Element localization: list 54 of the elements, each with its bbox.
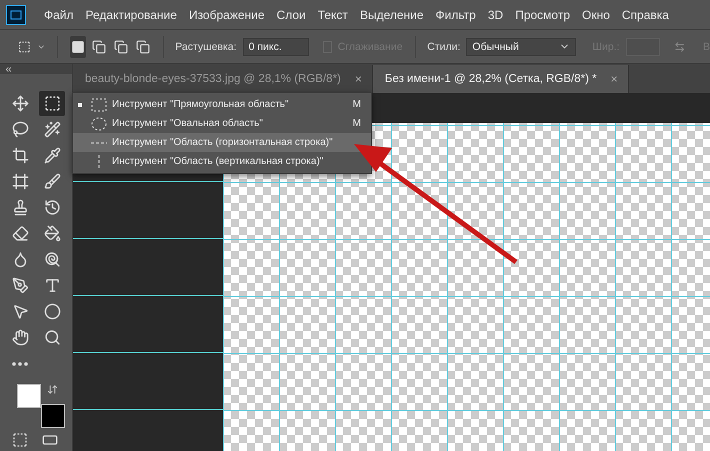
menu-item[interactable]: Файл <box>38 8 80 22</box>
dashed-column-icon <box>98 154 100 168</box>
zoom-icon <box>44 329 60 346</box>
background-swatch[interactable] <box>41 404 65 428</box>
eyedropper-icon <box>44 147 60 164</box>
flyout-menu-item[interactable]: Инструмент "Область (горизонтальная строка)" <box>73 133 371 152</box>
swap-colors-icon[interactable] <box>47 384 58 395</box>
close-button[interactable]: × <box>354 72 362 86</box>
paint-bucket-icon <box>44 225 60 242</box>
brush-icon <box>44 173 60 190</box>
flyout-menu-item[interactable]: Инструмент "Область (вертикальная строка)" <box>73 152 371 171</box>
dashed-square-icon <box>44 95 60 112</box>
hand-icon <box>12 329 28 346</box>
lollipop-icon <box>44 251 60 268</box>
flyout-menu-item[interactable]: Инструмент "Прямоугольная область" M <box>73 95 371 114</box>
flyout-menu-item[interactable]: Инструмент "Овальная область" M <box>73 114 371 133</box>
quick-mask-icon[interactable] <box>12 432 28 448</box>
frame-icon <box>12 173 28 190</box>
menu-item[interactable]: Изображение <box>182 8 271 22</box>
dashed-row-icon <box>91 142 107 144</box>
style-select[interactable]: Обычный <box>466 38 576 56</box>
style-label: Стили: <box>427 40 460 52</box>
more-icon <box>12 362 28 366</box>
menu-item[interactable]: Выделение <box>354 8 430 22</box>
menu-item[interactable]: Слои <box>270 8 312 22</box>
collapse-icon[interactable] <box>4 64 13 74</box>
menu-item[interactable]: 3D <box>482 8 510 22</box>
feather-label: Растушевка: <box>175 40 237 52</box>
foreground-swatch[interactable] <box>17 384 41 408</box>
menu-item[interactable]: Окно <box>576 8 616 22</box>
history-brush-icon <box>44 199 60 216</box>
selected-tool-button[interactable] <box>39 91 65 116</box>
type-icon <box>44 277 60 294</box>
feather-field[interactable]: 0 пикс. <box>242 38 309 56</box>
app-logo-icon <box>6 4 26 24</box>
menu-item[interactable]: Текст <box>312 8 354 22</box>
magic-wand-icon <box>44 121 60 138</box>
lasso-icon <box>12 121 28 138</box>
menu-item[interactable]: Справка <box>616 8 675 22</box>
dashed-ellipse-icon <box>90 116 108 130</box>
eraser-icon <box>12 225 28 242</box>
document-tab[interactable]: Без имени-1 @ 28,2% (Сетка, RGB/8*) * × <box>372 65 629 93</box>
ellipse-icon <box>44 303 60 320</box>
close-button[interactable]: × <box>610 72 618 86</box>
menu-item[interactable]: Фильтр <box>430 8 482 22</box>
stamp-icon <box>12 199 28 216</box>
dashed-rectangle-icon <box>90 98 108 112</box>
menu-item[interactable]: Редактирование <box>80 8 183 22</box>
pointer-icon <box>12 303 28 320</box>
pen-icon <box>12 277 28 294</box>
move-icon <box>12 95 28 112</box>
menu-item[interactable]: Просмотр <box>509 8 576 22</box>
selection-mode-button[interactable] <box>70 36 86 58</box>
crop-icon <box>12 147 28 164</box>
